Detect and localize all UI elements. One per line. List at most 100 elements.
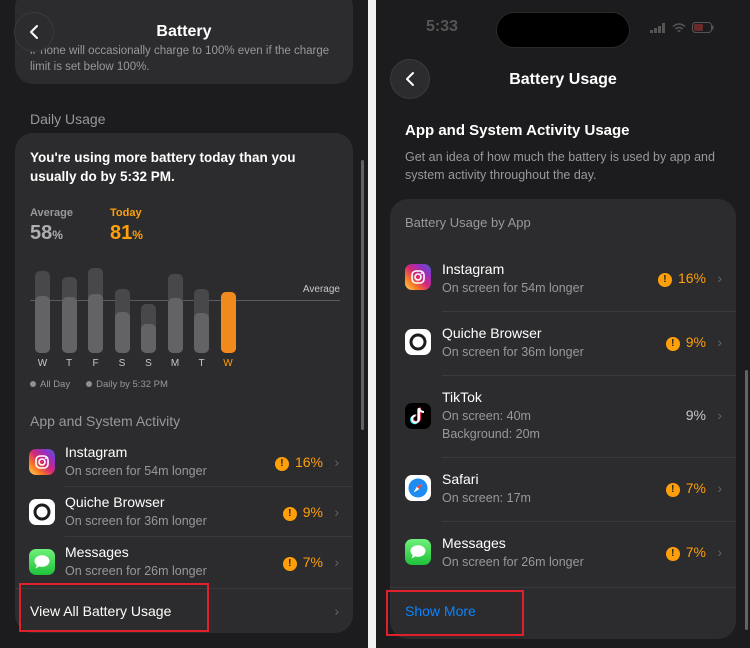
bar-label-2: T (65, 358, 73, 369)
today-value: 81% (110, 222, 143, 244)
quiche-browser-icon (405, 329, 431, 355)
usage-percent: ! 7% (282, 554, 323, 571)
highlight-box (386, 590, 524, 636)
instagram-icon (405, 264, 431, 290)
bar-daily-by-6 (167, 297, 183, 353)
bar-daily-by-5 (141, 324, 156, 353)
warning-icon: ! (665, 337, 680, 351)
app-detail: On screen for 36m longer (442, 345, 584, 359)
bar-label-7: T (198, 358, 205, 369)
warning-icon: ! (657, 273, 672, 287)
app-name: Messages (442, 535, 506, 551)
bar-label-1: W (37, 358, 48, 369)
today-label: Today (110, 207, 142, 219)
messages-icon (405, 539, 431, 565)
bar-label-4: S (118, 358, 126, 369)
status-time: 5:33 (426, 18, 459, 35)
average-label: Average (30, 207, 74, 219)
usage-percent: ! 9% (282, 504, 323, 521)
bar-daily-by-8 (220, 292, 236, 353)
bar-daily-by-3 (88, 294, 103, 353)
bar-daily-by-4 (114, 311, 130, 353)
usage-percent: ! 16% (657, 270, 706, 287)
chevron-right-icon: › (334, 554, 339, 570)
app-detail: On screen for 54m longer (65, 464, 207, 478)
card-header: Battery Usage by App (405, 215, 531, 230)
app-name: Instagram (442, 261, 505, 277)
app-detail-background: Background: 20m (442, 427, 540, 441)
legend-all-day: All Day (30, 379, 70, 390)
list-item-tiktok[interactable]: TikTok On screen: 40m Background: 20m 9%… (390, 375, 736, 457)
average-line (30, 299, 340, 301)
chevron-right-icon: › (334, 603, 339, 619)
signal-icon (650, 22, 665, 33)
average-value: 58% (30, 222, 63, 244)
tiktok-icon (405, 403, 431, 429)
app-name: Safari (442, 471, 479, 487)
daily-usage-card: You're using more battery today than you… (15, 133, 353, 633)
bar-label-6: M (170, 358, 180, 369)
chevron-right-icon: › (334, 504, 339, 520)
bar-daily-by-1 (35, 295, 50, 353)
list-item-messages[interactable]: Messages On screen for 26m longer ! 7% › (390, 521, 736, 585)
instagram-icon (29, 449, 55, 475)
dynamic-island (496, 12, 630, 48)
app-name: Quiche Browser (65, 494, 165, 510)
chevron-right-icon: › (717, 544, 722, 560)
usage-percent: 9% (685, 407, 706, 423)
charge-limit-note: iPhone will occasionally charge to 100% … (30, 45, 330, 73)
safari-icon (405, 475, 431, 501)
daily-usage-label: Daily Usage (30, 111, 106, 127)
app-detail: On screen for 36m longer (65, 514, 207, 528)
app-name: Instagram (65, 444, 128, 460)
page-title: Battery Usage (509, 71, 617, 88)
bar-daily-by-7 (194, 313, 209, 353)
warning-icon: ! (665, 483, 680, 497)
battery-icon (692, 22, 714, 33)
app-name: Quiche Browser (442, 325, 542, 341)
bar-label-8: W (223, 358, 233, 369)
activity-label: App and System Activity (30, 413, 181, 429)
battery-screen: iPhone will occasionally charge to 100% … (0, 0, 368, 648)
chart-average-label: Average (302, 283, 340, 295)
list-item-instagram[interactable]: Instagram On screen for 54m longer ! 16% … (390, 247, 736, 311)
bar-label-5: S (145, 358, 152, 369)
daily-usage-message: You're using more battery today than you… (30, 150, 296, 184)
scrollbar[interactable] (745, 370, 748, 630)
chart-legend: All Day Daily by 5:32 PM (30, 379, 168, 390)
quiche-browser-icon (29, 499, 55, 525)
list-item-quiche-browser[interactable]: Quiche Browser On screen for 36m longer … (390, 311, 736, 375)
usage-percent: ! 7% (665, 480, 706, 497)
chevron-right-icon: › (717, 334, 722, 350)
app-detail: On screen: 17m (442, 491, 531, 505)
chevron-right-icon: › (717, 480, 722, 496)
app-detail: On screen for 54m longer (442, 281, 584, 295)
app-detail: On screen for 26m longer (442, 555, 584, 569)
legend-daily-by: Daily by 5:32 PM (86, 379, 168, 390)
warning-icon: ! (665, 547, 680, 561)
battery-usage-screen: 5:33 Battery Usage App and System Activi… (376, 0, 750, 648)
usage-percent: ! 16% (274, 454, 323, 471)
warning-icon: ! (274, 457, 289, 471)
app-detail: On screen: 40m (442, 409, 531, 423)
wifi-icon (672, 22, 686, 32)
app-name: Messages (65, 544, 129, 560)
status-icons (650, 22, 714, 33)
highlight-box (19, 583, 209, 632)
battery-usage-by-app-card: Battery Usage by App Instagram On screen… (390, 199, 736, 639)
screen-divider (368, 0, 376, 648)
daily-usage-chart: Average W T F S S M T W (30, 253, 340, 383)
messages-icon (29, 549, 55, 575)
chevron-right-icon: › (334, 454, 339, 470)
page-title: Battery (156, 23, 212, 40)
usage-title: App and System Activity Usage (405, 122, 630, 139)
bar-daily-by-2 (61, 296, 77, 353)
usage-percent: ! 9% (665, 334, 706, 351)
chevron-right-icon: › (717, 407, 722, 423)
bar-label-3: F (92, 358, 99, 369)
chevron-right-icon: › (717, 270, 722, 286)
scrollbar[interactable] (361, 160, 364, 430)
usage-description: Get an idea of how much the battery is u… (405, 150, 715, 182)
list-item-safari[interactable]: Safari On screen: 17m ! 7% › (390, 457, 736, 521)
app-name: TikTok (442, 389, 482, 405)
